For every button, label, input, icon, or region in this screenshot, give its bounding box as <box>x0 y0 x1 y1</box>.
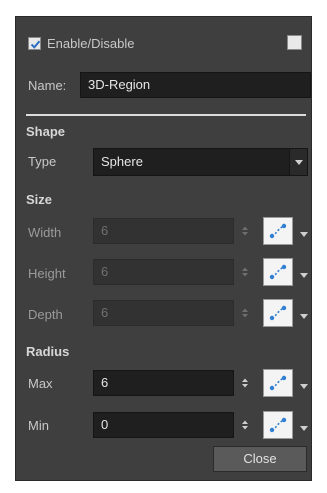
triangle-down-icon <box>300 314 308 319</box>
spin-updown-icon <box>242 226 248 236</box>
shape-section-title: Shape <box>26 124 66 139</box>
min-input[interactable]: 0 <box>93 412 234 438</box>
depth-dropdown-arrow[interactable] <box>299 309 309 319</box>
width-dropdown-arrow[interactable] <box>299 227 309 237</box>
shape-type-select[interactable]: Sphere <box>93 148 308 176</box>
max-label: Max <box>28 376 53 391</box>
function-curve-icon <box>269 417 287 433</box>
divider <box>26 114 306 116</box>
min-spinner[interactable] <box>241 419 249 431</box>
max-spinner[interactable] <box>241 377 249 389</box>
right-checkbox[interactable] <box>287 35 302 50</box>
height-dropdown-arrow[interactable] <box>299 268 309 278</box>
triangle-down-icon <box>300 273 308 278</box>
triangle-down-icon <box>300 384 308 389</box>
function-curve-icon <box>269 264 287 280</box>
min-label: Min <box>28 418 49 433</box>
close-button[interactable]: Close <box>213 446 307 472</box>
depth-function-button[interactable] <box>263 299 293 327</box>
min-dropdown-arrow[interactable] <box>299 421 309 431</box>
function-curve-icon <box>269 305 287 321</box>
radius-section-title: Radius <box>26 344 70 359</box>
triangle-down-icon <box>300 232 308 237</box>
depth-spinner[interactable] <box>241 307 249 319</box>
function-curve-icon <box>269 375 287 391</box>
spin-updown-icon <box>242 267 248 277</box>
checkmark-icon <box>30 40 41 49</box>
min-function-button[interactable] <box>263 411 293 439</box>
enable-label: Enable/Disable <box>47 36 135 51</box>
dropdown-arrow[interactable] <box>289 149 307 175</box>
shape-type-value: Sphere <box>101 154 143 169</box>
max-input[interactable]: 6 <box>93 370 234 396</box>
triangle-down-icon <box>300 426 308 431</box>
width-function-button[interactable] <box>263 217 293 245</box>
height-spinner[interactable] <box>241 266 249 278</box>
max-dropdown-arrow[interactable] <box>299 379 309 389</box>
height-function-button[interactable] <box>263 258 293 286</box>
type-label: Type <box>28 154 57 169</box>
name-input[interactable]: 3D-Region <box>80 72 311 98</box>
height-label: Height <box>28 266 66 281</box>
spin-updown-icon <box>242 378 248 388</box>
3d-region-panel: Enable/Disable Name: 3D-Region Shape Typ… <box>15 16 312 481</box>
enable-checkbox[interactable] <box>28 37 41 50</box>
width-input[interactable]: 6 <box>93 218 234 244</box>
spin-updown-icon <box>242 308 248 318</box>
name-label: Name: <box>28 78 67 93</box>
function-curve-icon <box>269 223 287 239</box>
depth-input[interactable]: 6 <box>93 300 234 326</box>
width-spinner[interactable] <box>241 225 249 237</box>
max-function-button[interactable] <box>263 369 293 397</box>
spin-updown-icon <box>242 420 248 430</box>
height-input[interactable]: 6 <box>93 259 234 285</box>
size-section-title: Size <box>26 192 53 207</box>
width-label: Width <box>28 225 62 240</box>
depth-label: Depth <box>28 307 63 322</box>
triangle-down-icon <box>295 160 303 165</box>
